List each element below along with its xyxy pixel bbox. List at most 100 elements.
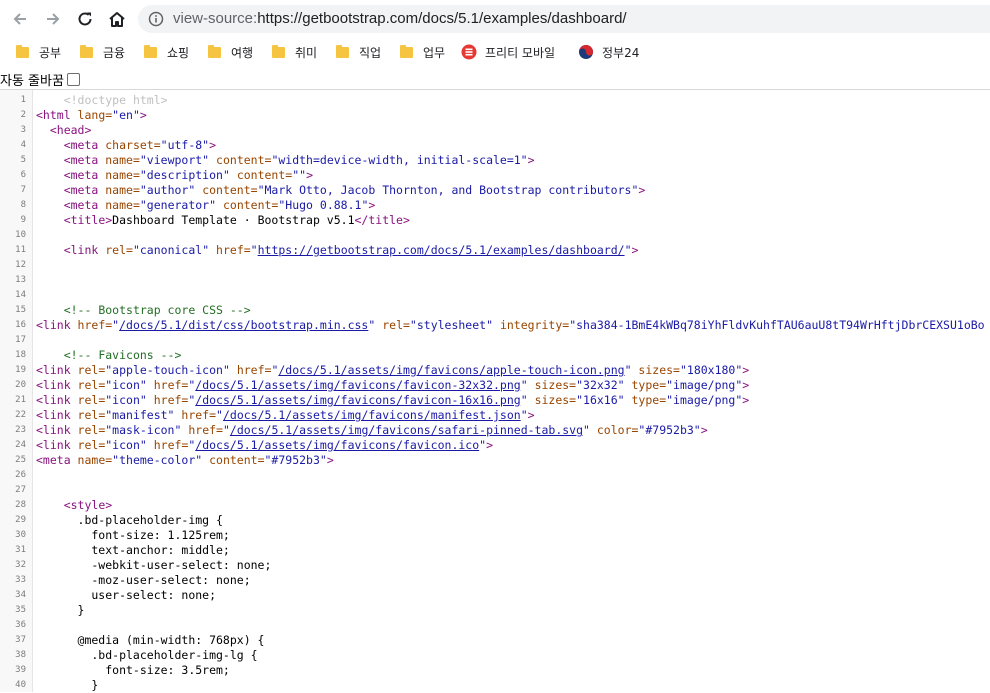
line-number: 37 xyxy=(15,635,26,645)
home-button[interactable] xyxy=(104,6,130,32)
line-code: .bd-placeholder-img { xyxy=(36,513,223,528)
code-token: "sha384-1BmE4kWBq78iYhFldvKuhfTAU6auU8tT… xyxy=(569,318,985,332)
bookmark-folder-study[interactable]: 공부 xyxy=(16,42,61,62)
line-number: 16 xyxy=(15,320,26,330)
info-icon[interactable] xyxy=(148,11,164,27)
source-line: 18 <!-- Favicons --> xyxy=(0,348,990,363)
browser-toolbar: view-source:https://getbootstrap.com/doc… xyxy=(0,0,990,38)
source-line: 3 <head> xyxy=(0,123,990,138)
line-number: 21 xyxy=(15,395,26,405)
code-token: name= xyxy=(105,198,140,212)
code-token: href= xyxy=(77,318,113,332)
source-link[interactable]: /docs/5.1/assets/img/favicons/favicon.ic… xyxy=(195,438,479,452)
line-number: 8 xyxy=(20,200,26,210)
divider xyxy=(0,89,990,90)
code-token: .bd-placeholder-img { xyxy=(36,513,223,527)
source-link[interactable]: /docs/5.1/assets/img/favicons/manifest.j… xyxy=(223,408,521,422)
source-link[interactable]: /docs/5.1/assets/img/favicons/favicon-16… xyxy=(195,393,520,407)
forward-button[interactable] xyxy=(40,6,66,32)
code-token: rel= xyxy=(77,408,106,422)
line-wrap-toggle[interactable]: 자동 줄바꿈 xyxy=(0,69,80,89)
code-token: "author" xyxy=(139,183,203,197)
code-token: rel= xyxy=(77,423,106,437)
code-token: " xyxy=(250,243,258,257)
source-line: 2 <html lang="en"> xyxy=(0,108,990,123)
code-token: > xyxy=(742,393,750,407)
source-line: 17 xyxy=(0,333,990,348)
line-number: 24 xyxy=(15,440,26,450)
line-code: <meta charset="utf-8"> xyxy=(36,138,216,153)
bookmark-folder-career[interactable]: 직업 xyxy=(336,42,381,62)
folder-icon xyxy=(208,44,221,58)
source-line: 22 <link rel="manifest" href="/docs/5.1/a… xyxy=(0,408,990,423)
url-text[interactable]: view-source:https://getbootstrap.com/doc… xyxy=(173,10,627,27)
code-token: sizes= xyxy=(534,393,577,407)
code-token: content= xyxy=(236,168,293,182)
line-wrap-checkbox[interactable] xyxy=(66,72,80,86)
line-number: 17 xyxy=(15,335,26,345)
code-token: > xyxy=(486,438,494,452)
bookmark-folder-work[interactable]: 업무 xyxy=(400,42,445,62)
bookmark-folder-finance[interactable]: 금융 xyxy=(80,42,125,62)
url-address: https://getbootstrap.com/docs/5.1/exampl… xyxy=(257,10,627,27)
line-number: 7 xyxy=(20,185,26,195)
source-link[interactable]: /docs/5.1/assets/img/favicons/safari-pin… xyxy=(230,423,583,437)
line-number: 33 xyxy=(15,575,26,585)
source-line: 20 <link rel="icon" href= "/docs/5.1/asset… xyxy=(0,378,990,393)
code-token: "viewport" xyxy=(139,153,217,167)
line-code: <!-- Favicons --> xyxy=(36,348,182,363)
code-token: type= xyxy=(631,393,667,407)
code-token: href= xyxy=(216,243,251,257)
code-token: content= xyxy=(222,198,279,212)
code-token: <!-- Favicons --> xyxy=(63,348,182,362)
line-number: 28 xyxy=(15,500,26,510)
code-token: > xyxy=(527,408,535,422)
line-code: <head> xyxy=(36,123,92,138)
source-line: 12 xyxy=(0,258,990,273)
korea-gov-icon xyxy=(579,45,593,59)
address-bar[interactable]: view-source:https://getbootstrap.com/doc… xyxy=(138,5,990,33)
bookmark-folder-hobby[interactable]: 취미 xyxy=(272,42,317,62)
arrow-left-icon xyxy=(13,13,26,25)
back-button[interactable] xyxy=(7,6,33,32)
bookmark-folder-shopping[interactable]: 쇼핑 xyxy=(144,42,189,62)
source-link[interactable]: https://getbootstrap.com/docs/5.1/exampl… xyxy=(258,243,625,257)
code-token: href= xyxy=(153,393,189,407)
bookmark-label: 취미 xyxy=(295,45,318,60)
reload-icon xyxy=(78,12,92,26)
code-token: href= xyxy=(181,408,217,422)
code-token: -moz-user-select: none; xyxy=(36,573,251,587)
code-token: name= xyxy=(105,168,140,182)
reload-button[interactable] xyxy=(72,6,98,32)
bookmark-folder-travel[interactable]: 여행 xyxy=(208,42,253,62)
line-code: .bd-placeholder-img-lg { xyxy=(36,648,257,663)
code-token: lang= xyxy=(77,108,113,122)
bookmark-label: 공부 xyxy=(39,45,62,60)
source-link[interactable]: /docs/5.1/dist/css/bootstrap.min.css xyxy=(119,318,368,332)
code-token: "manifest" xyxy=(105,408,182,422)
source-link[interactable]: /docs/5.1/assets/img/favicons/favicon-32… xyxy=(195,378,520,392)
line-code: <link rel="apple-touch-icon" href= "/docs… xyxy=(36,363,749,378)
code-token: font-size: 1.125rem; xyxy=(36,528,230,542)
home-icon xyxy=(109,12,125,27)
code-token: "stylesheet" xyxy=(409,318,500,332)
code-token: "Mark Otto, Jacob Thornton, and Bootstra… xyxy=(257,183,639,197)
source-link[interactable]: /docs/5.1/assets/img/favicons/apple-touc… xyxy=(278,363,624,377)
bookmark-label: 쇼핑 xyxy=(167,45,190,60)
source-line: 25 <meta name="theme-color" content="#795… xyxy=(0,453,990,468)
bookmark-pretty-mobile[interactable]: 프리티 모바일 xyxy=(461,42,555,62)
code-token: <style> xyxy=(63,498,113,512)
code-token: " xyxy=(222,423,230,437)
code-token: Dashboard Template · Bootstrap v5.1 xyxy=(112,213,355,227)
bookmark-gov24[interactable]: 정부24 xyxy=(578,42,639,62)
line-code: <link rel="canonical" href="https://getb… xyxy=(36,243,639,258)
code-token: "icon" xyxy=(105,378,154,392)
source-line: 14 xyxy=(0,288,990,303)
source-line: 40 } xyxy=(0,678,990,693)
